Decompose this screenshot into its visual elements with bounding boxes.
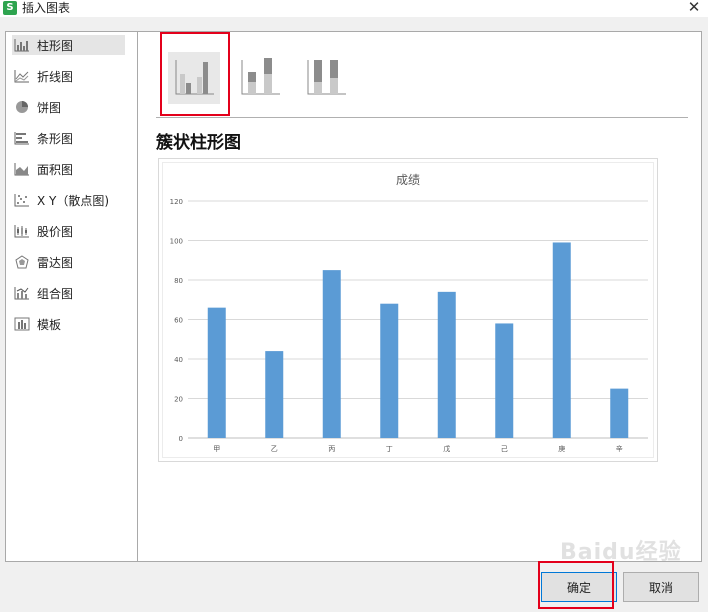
window-title: 插入图表 — [22, 1, 71, 15]
cancel-button[interactable]: 取消 — [623, 572, 699, 602]
bar-chart-icon — [14, 132, 29, 145]
x-tick-label: 辛 — [616, 444, 623, 453]
sidebar-item-line[interactable]: 折线图 — [12, 66, 125, 86]
sidebar-item-label: 组合图 — [37, 286, 74, 301]
chart-type-title: 簇状柱形图 — [156, 133, 241, 153]
sidebar-item-label: X Y（散点图) — [37, 193, 110, 208]
x-tick-label: 戊 — [443, 444, 450, 453]
radar-chart-icon — [15, 255, 29, 269]
x-tick-label: 乙 — [271, 445, 278, 453]
sidebar-item-label: 模板 — [37, 317, 62, 332]
ok-button[interactable]: 确定 — [541, 572, 617, 602]
chart-preview: 成绩 0 20 40 60 80 100 120 甲 乙 丙 丁 戊 己 庚 辛 — [158, 158, 658, 462]
sidebar-item-column[interactable]: 柱形图 — [12, 35, 125, 55]
sidebar-item-stock[interactable]: 股价图 — [12, 221, 125, 241]
close-button[interactable]: ✕ — [686, 0, 702, 16]
sidebar-item-label: 条形图 — [37, 131, 74, 146]
sidebar-item-bar[interactable]: 条形图 — [12, 128, 125, 148]
x-tick-label: 丙 — [328, 445, 335, 453]
subtype-percent-stacked-column[interactable] — [300, 52, 352, 104]
sidebar-item-label: 饼图 — [37, 100, 62, 115]
y-tick-label: 0 — [179, 435, 183, 443]
sidebar-item-label: 股价图 — [37, 224, 74, 239]
chart-type-sidebar: 柱形图 折线图 饼图 条形图 面积图 X Y（散点图) 股价图 雷达图 组合图 … — [6, 32, 138, 561]
sidebar-item-label: 折线图 — [37, 69, 74, 84]
title-bar: S 插入图表 ✕ — [0, 0, 708, 17]
x-tick-label: 甲 — [213, 445, 220, 453]
sidebar-item-label: 柱形图 — [37, 38, 74, 53]
selection-highlight — [160, 32, 230, 116]
subtype-stacked-column[interactable] — [234, 52, 286, 104]
bar — [610, 388, 629, 438]
y-tick-label: 20 — [174, 396, 183, 404]
bar — [437, 291, 456, 438]
x-tick-label: 己 — [501, 445, 508, 453]
sidebar-item-scatter[interactable]: X Y（散点图) — [12, 190, 125, 210]
y-tick-label: 100 — [170, 238, 183, 246]
chart-preview-area: 簇状柱形图 成绩 0 20 40 60 80 100 120 甲 乙 丙 丁 戊 己 庚 辛 — [138, 32, 701, 561]
bar — [322, 270, 341, 438]
stock-chart-icon — [14, 225, 29, 238]
bar — [495, 323, 514, 438]
y-tick-label: 120 — [170, 198, 183, 206]
sidebar-item-template[interactable]: 模板 — [12, 314, 125, 334]
percent-stacked-column-icon — [307, 60, 346, 95]
y-tick-label: 60 — [174, 317, 183, 325]
line-chart-icon — [14, 70, 29, 83]
x-tick-label: 庚 — [558, 444, 565, 453]
bar — [380, 303, 399, 438]
sidebar-item-area[interactable]: 面积图 — [12, 159, 125, 179]
sidebar-item-label: 雷达图 — [37, 255, 74, 270]
bar — [265, 351, 284, 438]
template-icon — [14, 317, 30, 331]
area-chart-icon — [14, 163, 29, 176]
y-tick-label: 40 — [174, 356, 183, 364]
chart-svg: 成绩 0 20 40 60 80 100 120 甲 乙 丙 丁 戊 己 庚 辛 — [170, 173, 648, 453]
sidebar-item-label: 面积图 — [37, 162, 74, 177]
sidebar-item-radar[interactable]: 雷达图 — [12, 252, 125, 272]
stacked-column-icon — [241, 58, 280, 95]
chart-title: 成绩 — [396, 173, 420, 187]
bar — [552, 242, 571, 438]
app-logo-icon: S — [3, 1, 17, 15]
pie-chart-icon — [16, 101, 28, 113]
column-chart-icon — [14, 39, 29, 52]
combo-chart-icon — [14, 287, 29, 300]
bar — [207, 307, 226, 438]
dialog-panel: 柱形图 折线图 饼图 条形图 面积图 X Y（散点图) 股价图 雷达图 组合图 … — [5, 31, 702, 562]
sidebar-item-combo[interactable]: 组合图 — [12, 283, 125, 303]
x-tick-label: 丁 — [386, 445, 393, 453]
sidebar-item-pie[interactable]: 饼图 — [12, 97, 125, 117]
divider — [156, 117, 688, 118]
scatter-chart-icon — [14, 194, 29, 207]
y-tick-label: 80 — [174, 277, 183, 285]
chart-canvas: 成绩 0 20 40 60 80 100 120 甲 乙 丙 丁 戊 己 庚 辛 — [162, 162, 654, 458]
